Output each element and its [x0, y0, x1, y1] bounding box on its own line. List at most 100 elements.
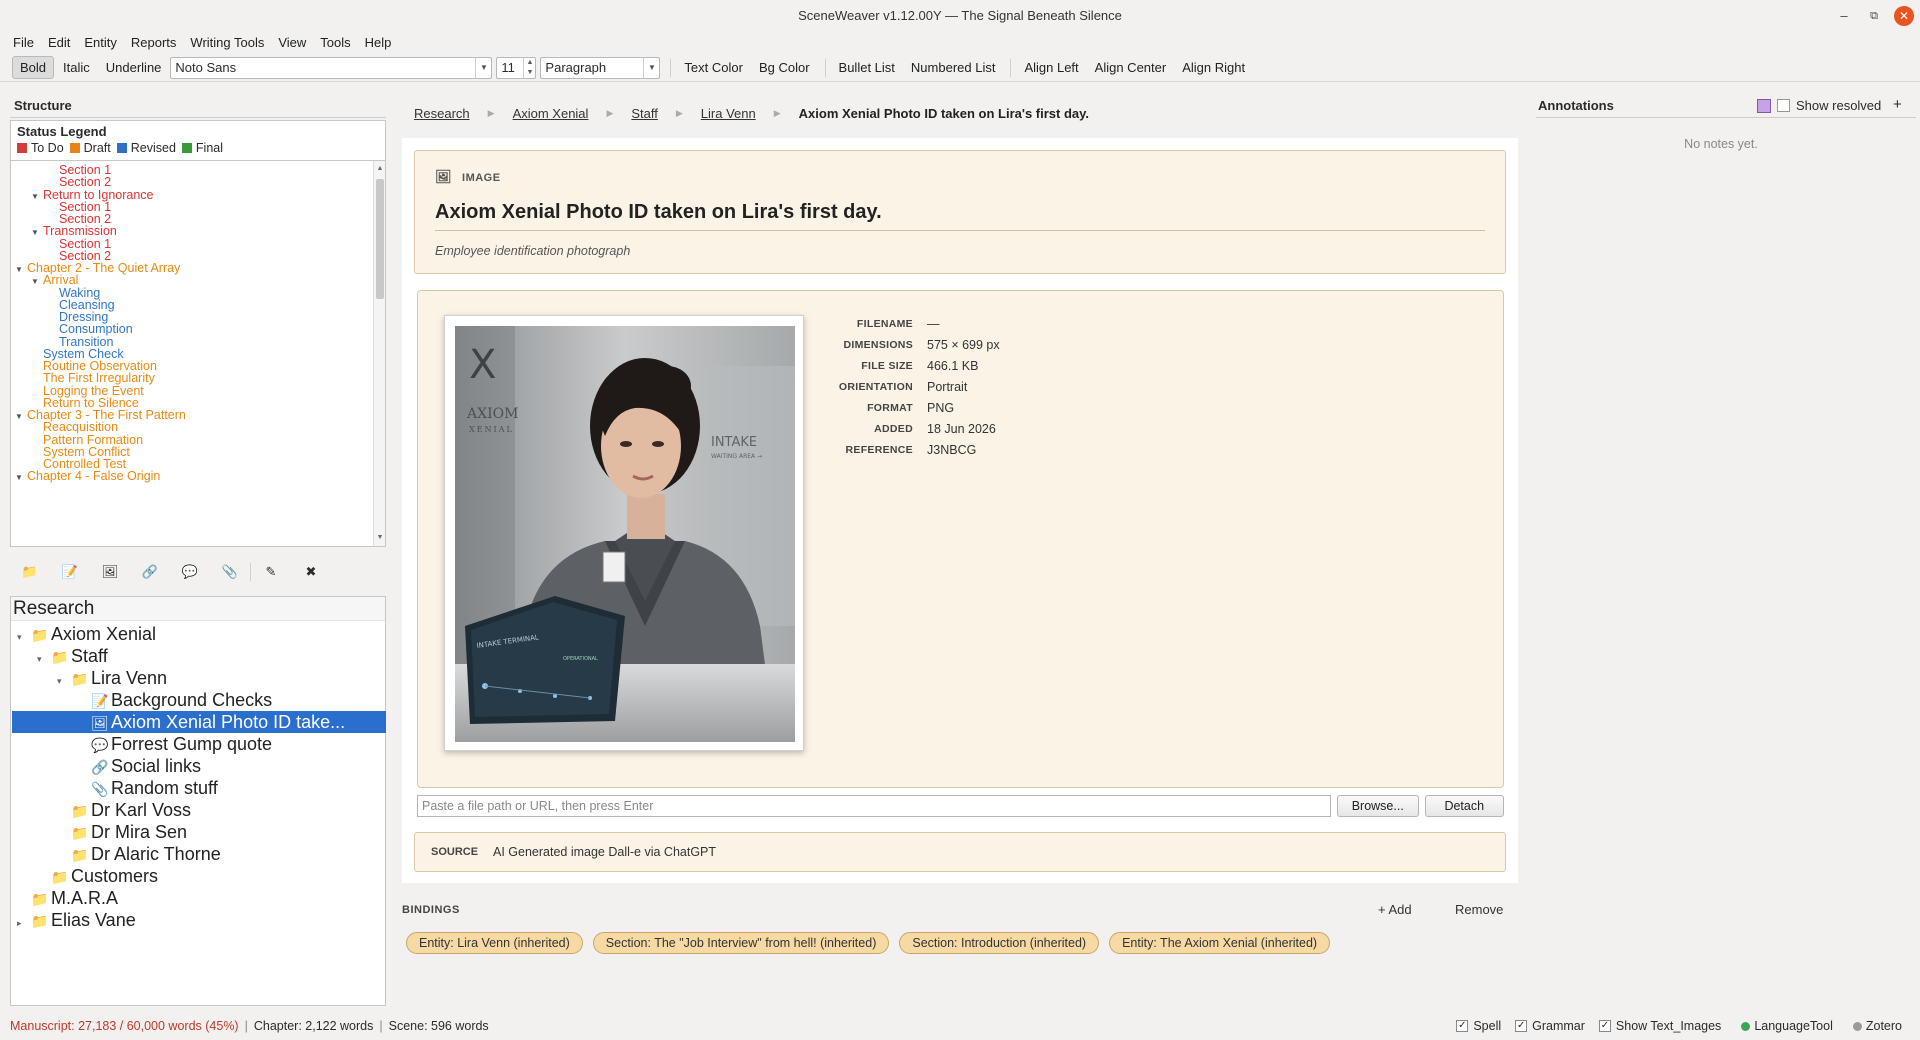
align-right-button[interactable]: Align Right: [1175, 57, 1252, 78]
edit-icon[interactable]: ✎: [251, 564, 291, 580]
metadata-row: DIMENSIONS 575 × 699 px: [818, 334, 999, 355]
grammar-label[interactable]: Grammar: [1532, 1019, 1585, 1033]
note-icon[interactable]: 📝: [50, 564, 90, 580]
scroll-up-icon[interactable]: ▲: [374, 163, 385, 175]
image-icon[interactable]: 🖼: [90, 564, 130, 580]
research-item[interactable]: 📁 Dr Karl Voss: [57, 799, 191, 821]
underline-button[interactable]: Underline: [99, 57, 169, 78]
menu-file[interactable]: File: [6, 32, 41, 54]
delete-icon[interactable]: ✖: [291, 564, 331, 580]
research-item-label: Axiom Xenial: [51, 624, 157, 644]
research-item[interactable]: 📝 Background Checks: [77, 689, 272, 711]
show-resolved-checkbox[interactable]: [1777, 99, 1790, 112]
structure-item[interactable]: ▼ Chapter 4 - False Origin: [15, 469, 160, 483]
binding-chip[interactable]: Section: Introduction (inherited): [899, 932, 1100, 954]
expand-arrow-icon[interactable]: ▾: [17, 626, 31, 648]
research-item[interactable]: 🖼 Axiom Xenial Photo ID take...: [12, 711, 386, 733]
menu-tools[interactable]: Tools: [313, 32, 357, 54]
show-text-images-label[interactable]: Show Text_Images: [1616, 1019, 1721, 1033]
research-item[interactable]: 📁 Dr Mira Sen: [57, 821, 187, 843]
expand-arrow-icon[interactable]: ▾: [57, 670, 71, 692]
add-binding-button[interactable]: + Add: [1378, 902, 1412, 917]
structure-scrollbar[interactable]: ▲ ▼: [373, 161, 385, 546]
font-family-select[interactable]: Noto Sans ▼: [170, 56, 493, 79]
bg-color-button[interactable]: Bg Color: [752, 57, 817, 78]
remove-binding-button[interactable]: Remove: [1455, 902, 1503, 917]
structure-tree[interactable]: Section 1 Section 2 ▼ Return to Ignorance Se…: [10, 160, 386, 547]
item-title-field[interactable]: Axiom Xenial Photo ID taken on Lira's fi…: [435, 201, 1485, 231]
font-size-spinner[interactable]: 11 ▲ ▼: [496, 56, 537, 79]
research-item[interactable]: 📁 Customers: [37, 865, 158, 887]
scroll-down-icon[interactable]: ▼: [374, 532, 385, 544]
research-item[interactable]: 📁 Dr Alaric Thorne: [57, 843, 221, 865]
manuscript-word-count: Manuscript: 27,183 / 60,000 words (45%): [10, 1019, 239, 1033]
annotation-color-swatch[interactable]: [1757, 99, 1771, 113]
expand-arrow-icon[interactable]: ▼: [31, 228, 43, 237]
bullet-list-button[interactable]: Bullet List: [832, 57, 902, 78]
breadcrumb-axiom-xenial[interactable]: Axiom Xenial: [513, 106, 589, 121]
item-subtitle[interactable]: Employee identification photograph: [435, 244, 630, 258]
menu-reports[interactable]: Reports: [124, 32, 184, 54]
image-path-input[interactable]: Paste a file path or URL, then press Ent…: [417, 795, 1332, 817]
menu-entity[interactable]: Entity: [77, 32, 124, 54]
spell-label[interactable]: Spell: [1473, 1019, 1501, 1033]
breadcrumb-staff[interactable]: Staff: [631, 106, 658, 121]
research-item-label: Forrest Gump quote: [111, 734, 273, 754]
minimize-button[interactable]: –: [1834, 6, 1854, 26]
browse-button[interactable]: Browse...: [1337, 795, 1419, 817]
research-item[interactable]: ▾ 📁 Staff: [37, 645, 108, 667]
expand-arrow-icon[interactable]: ▼: [15, 265, 27, 274]
menu-view[interactable]: View: [271, 32, 313, 54]
metadata-value: 466.1 KB: [927, 358, 979, 373]
research-item[interactable]: ▾ 📁 Lira Venn: [57, 667, 167, 689]
show-resolved-label[interactable]: Show resolved: [1796, 98, 1881, 113]
research-item[interactable]: ▾ 📁 Axiom Xenial: [17, 623, 156, 645]
expand-arrow-icon[interactable]: ▼: [31, 277, 43, 286]
grammar-checkbox[interactable]: ✓: [1515, 1020, 1528, 1032]
paragraph-style-select[interactable]: Paragraph ▼: [540, 56, 661, 79]
breadcrumb-research[interactable]: Research: [414, 106, 470, 121]
show-text-images-checkbox[interactable]: ✓: [1598, 1020, 1611, 1032]
research-item[interactable]: 🔗 Social links: [77, 755, 201, 777]
italic-button[interactable]: Italic: [56, 57, 97, 78]
folder-icon[interactable]: 📁: [10, 564, 50, 580]
menu-writing-tools[interactable]: Writing Tools: [183, 32, 271, 54]
research-item[interactable]: 📎 Random stuff: [77, 777, 218, 799]
expand-arrow-icon[interactable]: ▼: [31, 192, 43, 201]
close-button[interactable]: ✕: [1894, 6, 1914, 26]
link-icon[interactable]: 🔗: [130, 564, 170, 580]
research-tree[interactable]: Research ▾ 📁 Axiom Xenial ▾ 📁 Staff ▾ 📁 Lira Ven…: [10, 596, 386, 1006]
breadcrumb-lira-venn[interactable]: Lira Venn: [701, 106, 756, 121]
detach-button[interactable]: Detach: [1424, 795, 1504, 817]
zotero-label[interactable]: Zotero: [1866, 1019, 1902, 1033]
spinner-arrows-icon[interactable]: ▲ ▼: [523, 57, 535, 78]
binding-chip[interactable]: Entity: Lira Venn (inherited): [406, 932, 583, 954]
legend-label: To Do: [31, 141, 64, 155]
maximize-button[interactable]: ⧉: [1864, 6, 1884, 26]
bold-button[interactable]: Bold: [12, 56, 55, 79]
binding-chip[interactable]: Entity: The Axiom Xenial (inherited): [1109, 932, 1331, 954]
source-value[interactable]: AI Generated image Dall-e via ChatGPT: [493, 845, 716, 859]
spell-checkbox[interactable]: ✓: [1456, 1020, 1469, 1032]
text-color-button[interactable]: Text Color: [677, 57, 750, 78]
add-annotation-button[interactable]: +: [1893, 96, 1902, 113]
research-item[interactable]: 💬 Forrest Gump quote: [77, 733, 272, 755]
quote-icon[interactable]: 💬: [170, 564, 210, 580]
expand-arrow-icon[interactable]: ▼: [15, 412, 27, 421]
attachment-icon[interactable]: 📎: [210, 564, 250, 580]
menu-edit[interactable]: Edit: [41, 32, 77, 54]
binding-chips: Entity: Lira Venn (inherited) Section: Th…: [406, 932, 1340, 954]
align-left-button[interactable]: Align Left: [1017, 57, 1085, 78]
expand-arrow-icon[interactable]: ▾: [37, 648, 51, 670]
research-item[interactable]: ▸ 📁 Elias Vane: [17, 909, 136, 931]
binding-chip[interactable]: Section: The "Job Interview" from hell! …: [592, 932, 890, 954]
research-item[interactable]: 📁 M.A.R.A: [17, 887, 118, 909]
expand-arrow-icon[interactable]: ▸: [17, 912, 31, 934]
menu-help[interactable]: Help: [358, 32, 399, 54]
expand-arrow-icon[interactable]: ▼: [15, 473, 27, 482]
languagetool-label[interactable]: LanguageTool: [1754, 1019, 1833, 1033]
numbered-list-button[interactable]: Numbered List: [904, 57, 1003, 78]
photo-preview: X AXIOM XENIAL INTAKE WAITING AREA → INT…: [455, 326, 795, 742]
align-center-button[interactable]: Align Center: [1088, 57, 1174, 78]
scrollbar-thumb[interactable]: [376, 179, 384, 299]
